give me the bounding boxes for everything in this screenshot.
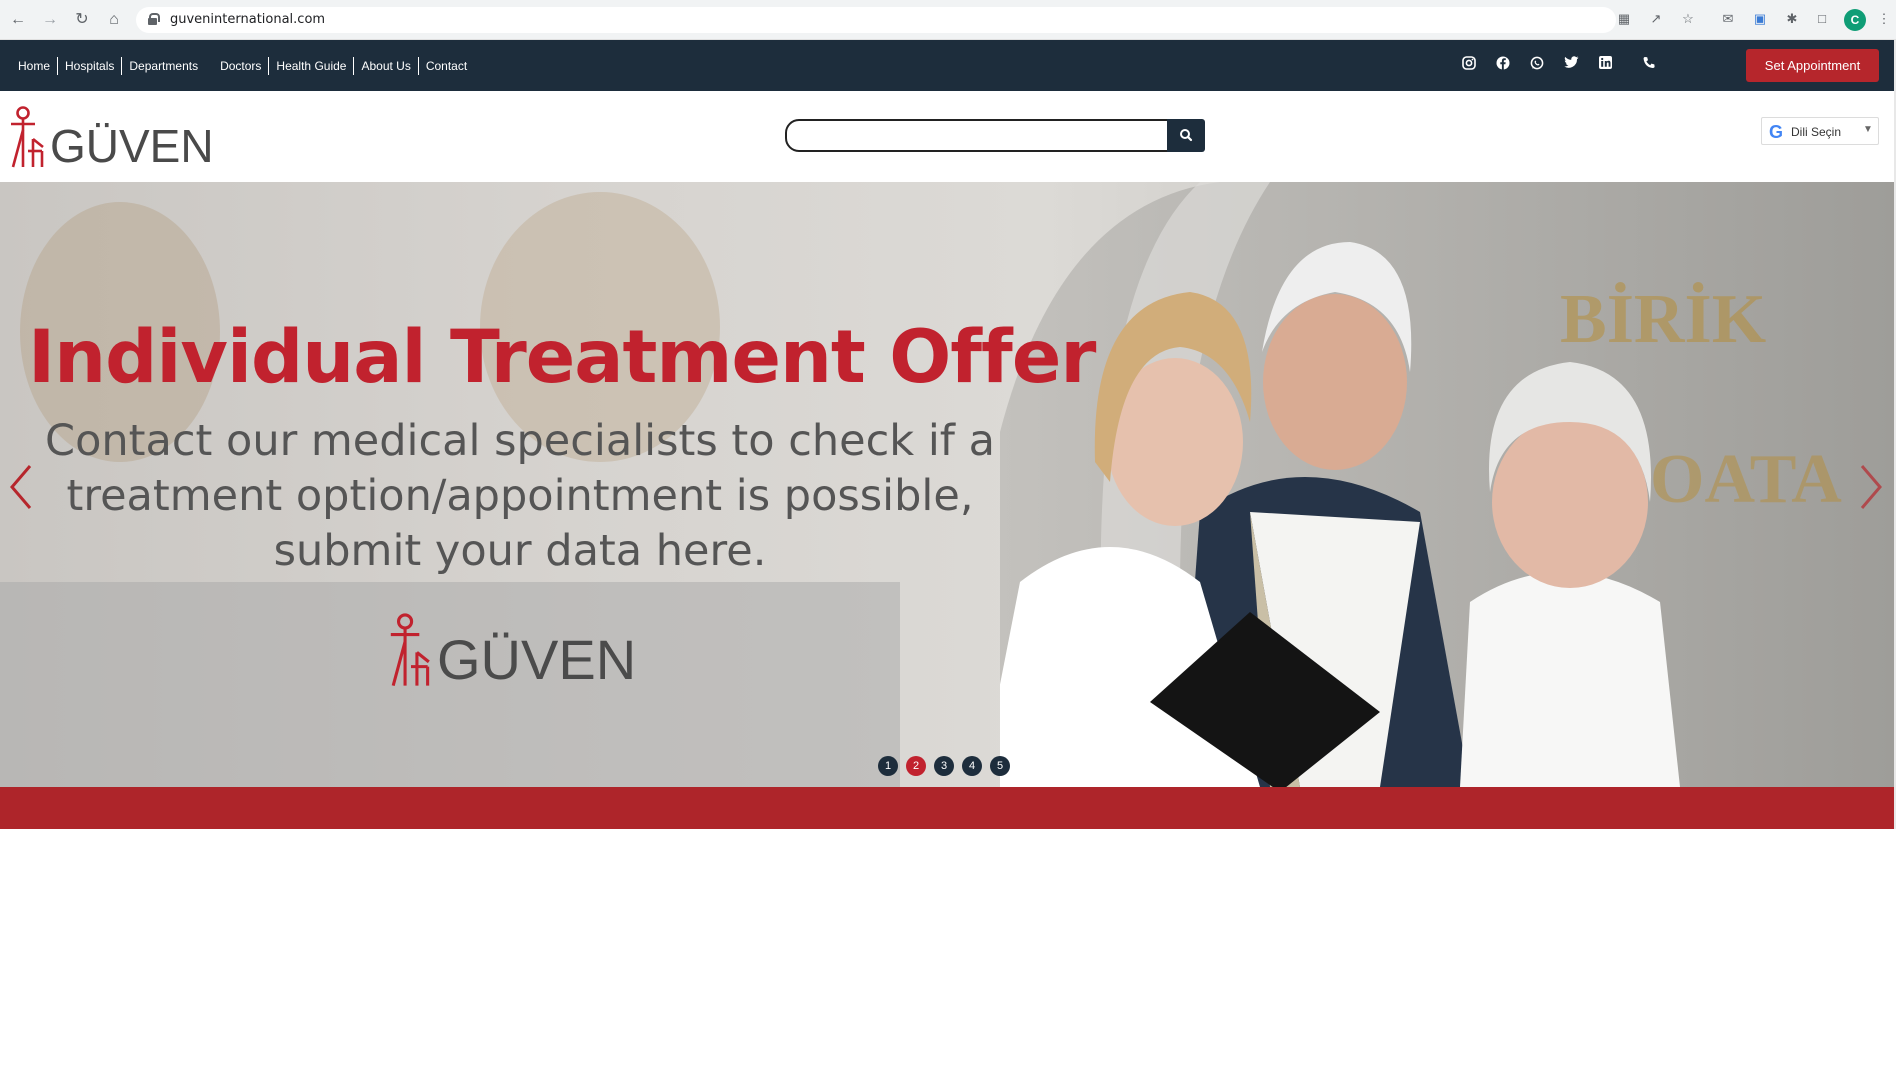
extension-icon[interactable]: ✉ — [1720, 11, 1736, 27]
svg-text:BİRİK: BİRİK — [1560, 281, 1766, 358]
lock-icon — [148, 13, 160, 25]
slider-pagination: 1 2 3 4 5 — [878, 756, 1018, 776]
home-icon[interactable]: ⌂ — [104, 10, 124, 30]
browser-toolbar: ← → ↻ ⌂ guveninternational.com ▦ ↗ ☆ ✉ ▣… — [0, 0, 1896, 40]
sidebar-icon[interactable]: □ — [1814, 11, 1830, 27]
twitter-icon[interactable] — [1562, 56, 1580, 74]
hero-title: Individual Treatment Offer — [28, 315, 1096, 400]
caret-down-icon: ▼ — [1863, 124, 1873, 135]
hero-logo: GÜVEN — [388, 612, 636, 688]
instagram-icon[interactable] — [1460, 56, 1478, 74]
hero-photo: K BİRİK OATA — [980, 182, 1894, 787]
address-bar[interactable]: guveninternational.com — [136, 7, 1616, 33]
nav-about-us[interactable]: About Us — [354, 57, 419, 75]
language-select[interactable]: G Dili Seçin ▼ — [1761, 117, 1879, 145]
whatsapp-icon[interactable] — [1528, 56, 1546, 74]
chevron-right-icon — [1860, 465, 1882, 509]
slider-dot-3[interactable]: 3 — [934, 756, 954, 776]
search-button[interactable] — [1167, 119, 1205, 152]
back-icon[interactable]: ← — [8, 10, 28, 30]
slider-prev-button[interactable] — [6, 462, 36, 512]
page-blank-area — [0, 829, 1896, 1088]
hero-logo-text: GÜVEN — [437, 628, 637, 691]
google-icon: G — [1769, 122, 1784, 142]
url-text: guveninternational.com — [170, 12, 326, 27]
search-icon — [1180, 129, 1193, 142]
slider-next-button[interactable] — [1856, 462, 1886, 512]
chevron-left-icon — [10, 465, 32, 509]
bookmark-star-icon[interactable]: ☆ — [1680, 11, 1696, 27]
linkedin-icon[interactable] — [1596, 56, 1614, 74]
guven-logo[interactable]: GÜVEN — [9, 105, 214, 169]
guven-emblem-icon — [11, 106, 44, 168]
slider-dot-4[interactable]: 4 — [962, 756, 982, 776]
nav-links: Home Hospitals Departments Doctors Healt… — [14, 57, 474, 75]
extension-icon[interactable]: ▣ — [1752, 11, 1768, 27]
nav-contact[interactable]: Contact — [419, 57, 474, 75]
search-bar — [785, 119, 1205, 152]
reload-icon[interactable]: ↻ — [72, 10, 92, 30]
set-appointment-button[interactable]: Set Appointment — [1746, 49, 1879, 82]
language-label: Dili Seçin — [1791, 125, 1842, 139]
menu-icon[interactable]: ⋮ — [1876, 11, 1892, 27]
red-band — [0, 787, 1894, 829]
slider-dot-5[interactable]: 5 — [990, 756, 1010, 776]
guven-emblem-icon — [390, 613, 430, 687]
puzzle-icon[interactable]: ✱ — [1784, 11, 1800, 27]
hero-subtitle: Contact our medical specialists to check… — [45, 416, 995, 576]
nav-home[interactable]: Home — [14, 57, 59, 75]
logo-text: GÜVEN — [50, 120, 214, 172]
facebook-icon[interactable] — [1494, 56, 1512, 74]
doctor-patients-illustration: K BİRİK OATA — [980, 182, 1894, 787]
nav-hospitals[interactable]: Hospitals — [58, 57, 123, 75]
translate-icon[interactable]: ▦ — [1616, 11, 1632, 27]
nav-departments[interactable]: Departments — [122, 57, 205, 75]
phone-icon[interactable] — [1640, 56, 1658, 74]
slider-dot-1[interactable]: 1 — [878, 756, 898, 776]
profile-avatar[interactable]: C — [1844, 9, 1866, 31]
top-navigation: Home Hospitals Departments Doctors Healt… — [0, 40, 1896, 91]
svg-text:OATA: OATA — [1650, 441, 1842, 518]
nav-doctors[interactable]: Doctors — [213, 57, 270, 75]
site-header: GÜVEN G Dili Seçin ▼ — [0, 91, 1896, 182]
nav-health-guide[interactable]: Health Guide — [269, 57, 355, 75]
share-icon[interactable]: ↗ — [1648, 11, 1664, 27]
hero-slider: K BİRİK OATA Individual Treatment Offer … — [0, 182, 1894, 787]
search-input[interactable] — [785, 119, 1169, 152]
slider-dot-2[interactable]: 2 — [906, 756, 926, 776]
forward-icon[interactable]: → — [40, 10, 60, 30]
